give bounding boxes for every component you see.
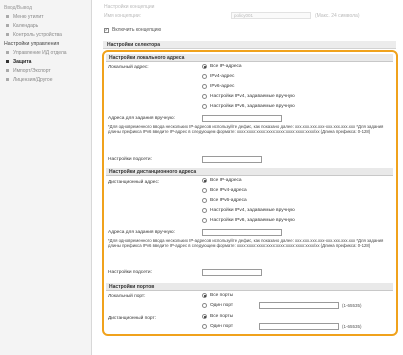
port-settings-header: Настройки портов xyxy=(106,283,393,291)
radio-icon[interactable] xyxy=(202,64,207,69)
sidebar: Ввод/Вывод Меню утилит Календарь Контрол… xyxy=(0,0,92,355)
sidebar-item-calendar[interactable]: Календарь xyxy=(0,21,91,30)
enable-policy-row[interactable]: ✓ Включить концепцию xyxy=(104,27,161,33)
sidebar-item-label: Календарь xyxy=(13,22,39,29)
option-label: Все порты xyxy=(210,293,234,298)
main-panel: Настройки концепции Имя концепции: polic… xyxy=(99,0,403,355)
radio-icon[interactable] xyxy=(202,218,207,223)
remote-port-single[interactable]: Один порт xyxy=(202,324,233,329)
sidebar-item-label: Меню утилит xyxy=(13,13,44,20)
radio-icon[interactable] xyxy=(202,94,207,99)
remote-address-note: *Для одновременного ввода нескольких IP-… xyxy=(108,238,384,249)
option-label: IPv4-адрес xyxy=(210,74,235,79)
local-option-ipv6[interactable]: IPv6-адрес xyxy=(202,84,234,89)
policy-settings-caption: Настройки концепции xyxy=(104,4,155,10)
local-address-label: Локальный адрес: xyxy=(108,65,149,70)
local-subnet-label: Настройки подсети: xyxy=(108,157,152,162)
radio-icon[interactable] xyxy=(202,84,207,89)
option-label: Все IPv4-адреса xyxy=(210,188,247,193)
radio-icon[interactable] xyxy=(202,178,207,183)
remote-subnet-input[interactable] xyxy=(202,269,262,276)
option-label: Все IP-адреса xyxy=(210,64,242,69)
remote-option-ipv4-manual[interactable]: Настройки IPv4, задаваемые вручную xyxy=(202,208,295,213)
selector-settings-header: Настройки селектора xyxy=(103,41,396,49)
sidebar-item-label: Управление ИД отдела xyxy=(13,49,67,56)
option-label: Все IP-адреса xyxy=(210,178,242,183)
bullet-icon xyxy=(6,33,9,36)
sidebar-item-label: Настройки управления xyxy=(4,40,60,47)
sidebar-item-import-export[interactable]: Импорт/Экспорт xyxy=(0,66,91,75)
policy-name-label: Имя концепции: xyxy=(104,13,142,19)
local-option-ipv6-manual[interactable]: Настройки IPv6, задаваемые вручную xyxy=(202,104,295,109)
local-option-ipv4-manual[interactable]: Настройки IPv4, задаваемые вручную xyxy=(202,94,295,99)
sidebar-item-security[interactable]: Защита xyxy=(0,57,91,66)
bullet-icon xyxy=(6,15,9,18)
remote-manual-label: Адреса для задания вручную: xyxy=(108,230,175,235)
sidebar-item-label: Импорт/Экспорт xyxy=(13,67,51,74)
sidebar-item-department-id[interactable]: Управление ИД отдела xyxy=(0,48,91,57)
local-subnet-input[interactable] xyxy=(202,156,262,163)
remote-manual-input[interactable] xyxy=(202,229,282,236)
local-option-ipv4[interactable]: IPv4-адрес xyxy=(202,74,234,79)
local-address-note: *Для одновременного ввода нескольких IP-… xyxy=(108,124,384,135)
radio-icon[interactable] xyxy=(202,104,207,109)
enable-policy-label: Включить концепцию xyxy=(112,27,162,33)
radio-icon[interactable] xyxy=(202,314,207,319)
sidebar-item-license[interactable]: Лицензия/Другое xyxy=(0,75,91,84)
option-label: Один порт xyxy=(210,324,234,329)
local-port-input[interactable] xyxy=(259,302,339,309)
bullet-icon xyxy=(6,51,9,54)
remote-option-ipv4[interactable]: Все IPv4-адреса xyxy=(202,188,247,193)
radio-icon[interactable] xyxy=(202,208,207,213)
option-label: Все IPv6-адреса xyxy=(210,198,247,203)
radio-icon[interactable] xyxy=(202,293,207,298)
local-manual-label: Адреса для задания вручную: xyxy=(108,116,175,121)
option-label: Настройки IPv4, задаваемые вручную xyxy=(210,94,295,99)
policy-name-input[interactable]: policy001 xyxy=(231,12,311,19)
remote-option-ipv6-manual[interactable]: Настройки IPv6, задаваемые вручную xyxy=(202,218,295,223)
remote-port-all[interactable]: Все порты xyxy=(202,314,233,319)
local-address-header: Настройки локального адреса xyxy=(106,54,393,62)
sidebar-section-management[interactable]: Настройки управления xyxy=(0,39,91,48)
bullet-icon xyxy=(6,24,9,27)
remote-port-input[interactable] xyxy=(259,323,339,330)
remote-address-header: Настройки дистанционного адреса xyxy=(106,168,393,176)
sidebar-item-label: Защита xyxy=(13,58,32,65)
remote-subnet-label: Настройки подсети: xyxy=(108,270,152,275)
remote-option-ipv6[interactable]: Все IPv6-адреса xyxy=(202,198,247,203)
sidebar-item-utility-menu[interactable]: Меню утилит xyxy=(0,12,91,21)
sidebar-item-device-control[interactable]: Контроль устройства xyxy=(0,30,91,39)
bullet-icon xyxy=(6,60,9,63)
bullet-icon xyxy=(6,78,9,81)
sidebar-item-label: Ввод/Вывод xyxy=(4,4,33,11)
radio-icon[interactable] xyxy=(202,188,207,193)
local-option-all[interactable]: Все IP-адреса xyxy=(202,64,242,69)
option-label: Настройки IPv6, задаваемые вручную xyxy=(210,104,295,109)
remote-address-label: Дистанционный адрес: xyxy=(108,180,160,185)
option-label: Настройки IPv6, задаваемые вручную xyxy=(210,218,295,223)
enable-policy-checkbox[interactable]: ✓ xyxy=(104,27,109,33)
radio-icon[interactable] xyxy=(202,74,207,79)
radio-icon[interactable] xyxy=(202,198,207,203)
option-label: Настройки IPv4, задаваемые вручную xyxy=(210,208,295,213)
local-port-label: Локальный порт: xyxy=(108,294,146,299)
radio-icon[interactable] xyxy=(202,303,207,308)
radio-icon[interactable] xyxy=(202,324,207,329)
local-port-single[interactable]: Один порт xyxy=(202,303,233,308)
highlight-frame xyxy=(102,50,398,336)
option-label: Все порты xyxy=(210,314,234,319)
sidebar-item-label: Контроль устройства xyxy=(13,31,62,38)
sidebar-item-label: Лицензия/Другое xyxy=(13,76,53,83)
policy-name-hint: (Макс. 24 символа) xyxy=(315,13,360,19)
option-label: IPv6-адрес xyxy=(210,84,235,89)
remote-port-label: Дистанционный порт: xyxy=(108,316,156,321)
remote-option-all[interactable]: Все IP-адреса xyxy=(202,178,242,183)
local-manual-input[interactable] xyxy=(202,115,282,122)
bullet-icon xyxy=(6,69,9,72)
option-label: Один порт xyxy=(210,303,234,308)
remote-port-range-hint: (1-65535) xyxy=(342,324,362,329)
local-port-range-hint: (1-65535) xyxy=(342,303,362,308)
local-port-all[interactable]: Все порты xyxy=(202,293,233,298)
sidebar-item-io[interactable]: Ввод/Вывод xyxy=(0,3,91,12)
